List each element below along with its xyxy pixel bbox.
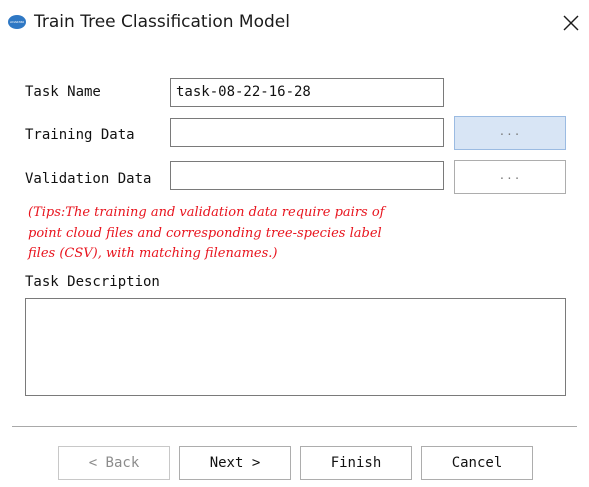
validation-data-browse-button[interactable]: ... xyxy=(454,160,566,194)
task-description-textarea[interactable] xyxy=(25,298,566,396)
tips-text: (Tips:The training and validation data r… xyxy=(28,203,548,265)
training-data-browse-button[interactable]: ... xyxy=(454,116,566,150)
training-data-label: Training Data xyxy=(25,127,135,143)
next-button[interactable]: Next > xyxy=(179,446,291,480)
tips-line: (Tips:The training and validation data r… xyxy=(28,205,385,220)
back-button[interactable]: < Back xyxy=(58,446,170,480)
task-name-input[interactable]: task-08-22-16-28 xyxy=(170,78,444,107)
tips-line: point cloud files and corresponding tree… xyxy=(28,225,382,241)
dialog-body xyxy=(0,47,589,487)
close-button[interactable] xyxy=(556,8,586,38)
close-icon xyxy=(563,15,579,31)
title-bar: LIDAR360 Train Tree Classification Model xyxy=(0,0,589,47)
training-data-input[interactable] xyxy=(170,118,444,147)
divider xyxy=(12,426,577,427)
task-description-label: Task Description xyxy=(25,274,160,290)
app-logo-icon: LIDAR360 xyxy=(8,15,26,29)
finish-button[interactable]: Finish xyxy=(300,446,412,480)
cancel-button[interactable]: Cancel xyxy=(421,446,533,480)
tips-line: files (CSV), with matching filenames.) xyxy=(28,246,278,261)
task-name-label: Task Name xyxy=(25,84,101,100)
validation-data-label: Validation Data xyxy=(25,171,152,187)
window-title: Train Tree Classification Model xyxy=(34,12,290,32)
validation-data-input[interactable] xyxy=(170,161,444,190)
